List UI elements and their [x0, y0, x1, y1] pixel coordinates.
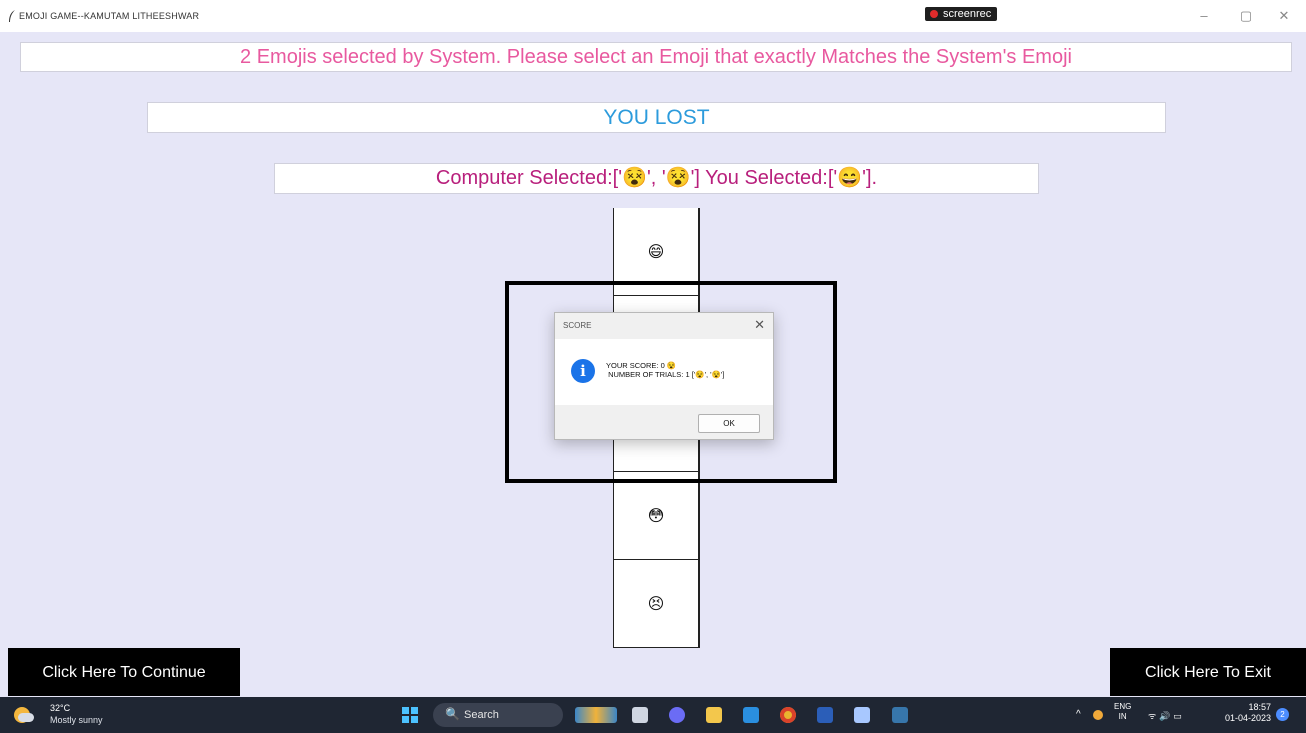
ok-button[interactable]: OK: [698, 414, 760, 433]
result-banner: Computer Selected:['😵', '😵'] You Selecte…: [274, 163, 1039, 194]
continue-button[interactable]: Click Here To Continue: [8, 648, 240, 696]
emoji-option-6[interactable]: 😣: [613, 560, 700, 648]
feather-icon: [9, 10, 15, 22]
close-button[interactable]: ✕: [1276, 8, 1292, 24]
dialog-body: i YOUR SCORE: 0 😵 NUMBER OF TRIALS: 1 ['…: [555, 339, 773, 405]
notification-badge[interactable]: 2: [1276, 708, 1289, 721]
teams-chat-icon[interactable]: [669, 707, 685, 723]
clock[interactable]: 18:57 01-04-2023: [1215, 702, 1271, 724]
clock-time: 18:57: [1248, 702, 1271, 712]
emoji-option-5[interactable]: 😳: [613, 472, 700, 560]
vscode-icon[interactable]: [743, 707, 759, 723]
python-icon[interactable]: [892, 707, 908, 723]
search-icon: 🔍: [445, 707, 460, 721]
taskbar-search[interactable]: 🔍 Search: [433, 703, 563, 727]
file-explorer-icon[interactable]: [706, 707, 722, 723]
tray-chevron-icon[interactable]: ^: [1076, 709, 1081, 720]
window-titlebar: EMOJI GAME--KAMUTAM LITHEESHWAR screenre…: [0, 0, 1306, 32]
word-icon[interactable]: [817, 707, 833, 723]
lang-region: IN: [1118, 712, 1127, 721]
weather-temp[interactable]: 32°C: [50, 703, 70, 713]
screenrec-label: screenrec: [943, 8, 992, 20]
dialog-message: YOUR SCORE: 0 😵 NUMBER OF TRIALS: 1 ['😵'…: [606, 361, 725, 379]
screenrec-badge[interactable]: screenrec: [925, 7, 998, 21]
weather-condition[interactable]: Mostly sunny: [50, 715, 103, 725]
dialog-title: SCORE: [563, 321, 592, 330]
task-view-icon[interactable]: [632, 707, 648, 723]
language-indicator[interactable]: ENG IN: [1114, 702, 1131, 722]
snipping-tool-icon[interactable]: [854, 707, 870, 723]
exit-button[interactable]: Click Here To Exit: [1110, 648, 1306, 696]
clock-date: 01-04-2023: [1224, 713, 1271, 723]
record-icon: [930, 10, 938, 18]
lang-code: ENG: [1114, 702, 1132, 711]
instruction-banner: 2 Emojis selected by System. Please sele…: [20, 42, 1292, 72]
windows-start-icon[interactable]: [402, 707, 418, 723]
status-banner: YOU LOST: [147, 102, 1166, 133]
onedrive-icon[interactable]: [1093, 710, 1103, 720]
chrome-icon[interactable]: [780, 707, 796, 723]
window-title: EMOJI GAME--KAMUTAM LITHEESHWAR: [19, 11, 200, 21]
network-volume-battery-icons[interactable]: ᯤ 🔊 ▭: [1148, 709, 1182, 722]
minimize-button[interactable]: –: [1196, 8, 1212, 23]
taskbar: 32°C Mostly sunny 🔍 Search ^ ENG IN ᯤ 🔊 …: [0, 697, 1306, 733]
weather-icon[interactable]: [14, 707, 34, 723]
score-dialog: SCORE ✕ i YOUR SCORE: 0 😵 NUMBER OF TRIA…: [554, 312, 774, 440]
search-label: Search: [464, 709, 499, 721]
widget-icon[interactable]: [575, 707, 617, 723]
info-icon: i: [571, 359, 595, 383]
dialog-close-button[interactable]: ✕: [754, 317, 765, 333]
maximize-button[interactable]: ▢: [1238, 8, 1254, 24]
